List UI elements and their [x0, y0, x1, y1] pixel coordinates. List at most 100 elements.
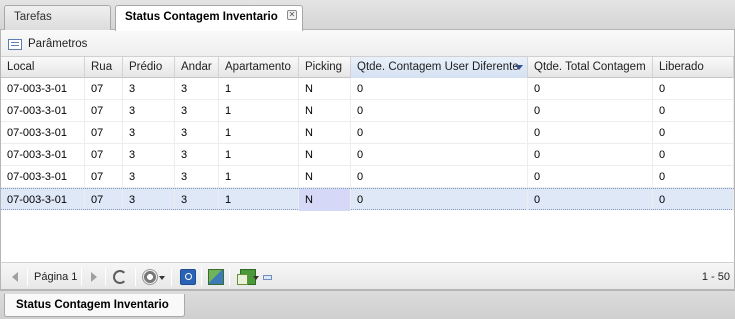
bottom-tab-status[interactable]: Status Contagem Inventario	[4, 294, 185, 317]
column-header-label: Liberado	[659, 61, 704, 73]
cell-predio: 3	[123, 189, 175, 211]
collapse-icon[interactable]	[263, 275, 272, 280]
cell-qtde-total-contagem: 0	[528, 100, 653, 122]
cell-apartamento: 1	[219, 166, 299, 188]
cell-picking: N	[299, 166, 351, 188]
table-row[interactable]: 07-003-3-01 07 3 3 1 N 0 0 0	[1, 188, 734, 211]
next-page-icon[interactable]	[91, 272, 97, 282]
cell-local: 07-003-3-01	[1, 100, 85, 122]
table-row[interactable]: 07-003-3-01 07 3 3 1 N 0 0 0	[1, 78, 734, 100]
cell-rua: 07	[85, 122, 123, 144]
column-header-label: Prédio	[129, 61, 163, 73]
cell-local: 07-003-3-01	[1, 122, 85, 144]
cell-andar: 3	[175, 189, 219, 211]
cell-liberado: 0	[653, 144, 734, 166]
column-header-label: Apartamento	[225, 61, 291, 73]
cell-rua: 07	[85, 100, 123, 122]
column-header-andar[interactable]: Andar	[175, 57, 219, 78]
toolbar-separator	[105, 268, 106, 286]
chevron-down-icon[interactable]	[253, 276, 259, 280]
column-header-label: Andar	[181, 61, 212, 73]
tab-status-label: Status Contagem Inventario	[125, 11, 278, 23]
page-label: Página 1	[34, 271, 78, 283]
cell-picking: N	[299, 78, 351, 100]
column-header-qtde-total-contagem[interactable]: Qtde. Total Contagem	[528, 57, 653, 78]
chevron-down-icon[interactable]	[159, 276, 165, 280]
cell-qtde-contagem-user-diferente: 0	[351, 166, 528, 188]
cell-predio: 3	[123, 122, 175, 144]
cell-predio: 3	[123, 166, 175, 188]
toolbar-separator	[81, 268, 82, 286]
sort-desc-icon[interactable]	[515, 65, 523, 70]
cell-andar: 3	[175, 78, 219, 100]
chart-icon[interactable]	[208, 269, 224, 285]
cell-picking: N	[299, 144, 351, 166]
column-header-local[interactable]: Local	[1, 57, 85, 78]
cell-qtde-total-contagem: 0	[528, 122, 653, 144]
column-header-predio[interactable]: Prédio	[123, 57, 175, 78]
bottom-tab-strip: Status Contagem Inventario	[0, 290, 735, 319]
cell-liberado: 0	[653, 122, 734, 144]
column-header-label: Qtde. Total Contagem	[534, 61, 646, 73]
cell-andar: 3	[175, 166, 219, 188]
column-header-rua[interactable]: Rua	[85, 57, 123, 78]
toolbar-separator	[171, 268, 172, 286]
cell-rua: 07	[85, 189, 123, 211]
tab-main-tasks[interactable]: Tarefas Principais	[4, 5, 111, 45]
cell-apartamento: 1	[219, 122, 299, 144]
column-header-label: Picking	[305, 61, 343, 73]
cell-apartamento: 1	[219, 78, 299, 100]
cell-apartamento: 1	[219, 100, 299, 122]
cell-qtde-total-contagem: 0	[528, 166, 653, 188]
grid-body: 07-003-3-01 07 3 3 1 N 0 0 0 07-003-3-01 07 3 3 1 N 0 0 0…	[1, 78, 734, 278]
cell-qtde-contagem-user-diferente: 0	[351, 144, 528, 166]
toolbar-separator	[135, 268, 136, 286]
cell-predio: 3	[123, 100, 175, 122]
cell-picking: N	[299, 100, 351, 122]
cell-rua: 07	[85, 78, 123, 100]
cell-local: 07-003-3-01	[1, 166, 85, 188]
toolbar-separator	[27, 268, 28, 286]
cell-qtde-contagem-user-diferente: 0	[351, 100, 528, 122]
prev-page-icon[interactable]	[12, 272, 18, 282]
gear-icon[interactable]	[143, 270, 157, 284]
cell-liberado: 0	[653, 189, 734, 211]
cell-rua: 07	[85, 166, 123, 188]
refresh-icon[interactable]	[113, 270, 127, 284]
cell-andar: 3	[175, 100, 219, 122]
tab-strip: Tarefas Principais Status Contagem Inven…	[0, 0, 735, 45]
table-row[interactable]: 07-003-3-01 07 3 3 1 N 0 0 0	[1, 144, 734, 166]
column-header-label: Qtde. Contagem User Diferente	[357, 61, 519, 73]
column-header-liberado[interactable]: Liberado	[653, 57, 734, 78]
tab-status-contagem[interactable]: Status Contagem Inventario ✕	[115, 5, 303, 31]
cell-qtde-total-contagem: 0	[528, 144, 653, 166]
grid-header: Local Rua Prédio Andar Apartamento Picking Qtd…	[1, 57, 734, 78]
cell-andar: 3	[175, 122, 219, 144]
column-header-apartamento[interactable]: Apartamento	[219, 57, 299, 78]
column-header-qtde-contagem-user-diferente[interactable]: Qtde. Contagem User Diferente	[351, 57, 528, 78]
cell-picking: N	[299, 189, 351, 211]
search-icon[interactable]	[180, 269, 196, 285]
page-range: 1 - 50	[701, 271, 730, 283]
table-row[interactable]: 07-003-3-01 07 3 3 1 N 0 0 0	[1, 122, 734, 144]
parameters-label: Parâmetros	[28, 38, 88, 50]
column-header-label: Local	[7, 61, 35, 73]
parameters-button[interactable]: Parâmetros	[8, 36, 87, 52]
form-icon	[8, 38, 22, 50]
cell-liberado: 0	[653, 78, 734, 100]
cell-predio: 3	[123, 144, 175, 166]
cell-andar: 3	[175, 144, 219, 166]
close-icon[interactable]: ✕	[287, 10, 297, 20]
column-header-picking[interactable]: Picking	[299, 57, 351, 78]
cell-qtde-total-contagem: 0	[528, 78, 653, 100]
table-row[interactable]: 07-003-3-01 07 3 3 1 N 0 0 0	[1, 100, 734, 122]
table-row[interactable]: 07-003-3-01 07 3 3 1 N 0 0 0	[1, 166, 734, 188]
cell-apartamento: 1	[219, 189, 299, 211]
cell-qtde-total-contagem: 0	[528, 189, 653, 211]
status-panel: Parâmetros Local Rua Prédio Andar Apartament…	[0, 30, 735, 292]
cell-picking: N	[299, 122, 351, 144]
cell-local: 07-003-3-01	[1, 144, 85, 166]
cell-local: 07-003-3-01	[1, 78, 85, 100]
cell-predio: 3	[123, 78, 175, 100]
cell-qtde-contagem-user-diferente: 0	[351, 189, 528, 211]
